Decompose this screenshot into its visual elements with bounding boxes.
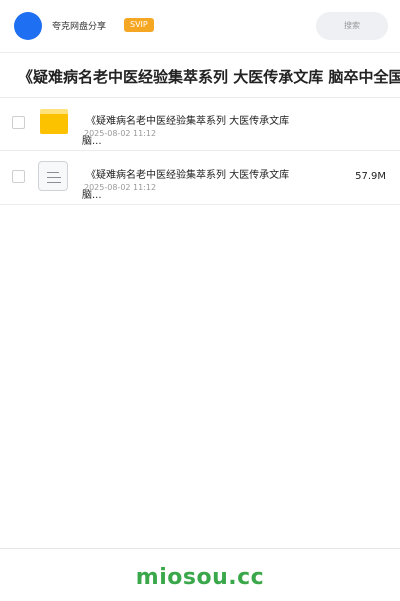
file-name[interactable]: 《疑难病名老中医经验集萃系列 大医传承文库: [86, 112, 289, 127]
list-item[interactable]: 《疑难病名老中医经验集萃系列 大医传承文库 2025-08-02 11:12 脑…: [0, 151, 400, 205]
file-name-overflow: 脑...: [82, 136, 102, 147]
search-input[interactable]: 搜索: [316, 12, 388, 40]
folder-icon: [40, 109, 68, 134]
svip-badge: SVIP: [124, 18, 154, 32]
header-bar: 夸克网盘分享 SVIP 搜索: [0, 0, 400, 53]
checkbox[interactable]: [12, 116, 25, 129]
watermark-logo: miosou.cc: [135, 565, 265, 590]
search-placeholder: 搜索: [344, 21, 360, 30]
avatar[interactable]: [14, 12, 42, 40]
page-title: 《疑难病名老中医经验集萃系列 大医传承文库 脑卒中全国名老中医: [18, 68, 400, 86]
title-bar: 《疑难病名老中医经验集萃系列 大医传承文库 脑卒中全国名老中医: [0, 53, 400, 98]
file-size: 57.9M: [355, 171, 386, 182]
document-icon: [38, 161, 68, 191]
file-name[interactable]: 《疑难病名老中医经验集萃系列 大医传承文库: [86, 166, 289, 181]
list-item[interactable]: 《疑难病名老中医经验集萃系列 大医传承文库 2025-08-02 11:12 脑…: [0, 97, 400, 151]
file-name-overflow: 脑...: [82, 190, 102, 201]
checkbox[interactable]: [12, 170, 25, 183]
app-name: 夸克网盘分享: [52, 22, 107, 32]
footer: miosou.cc: [0, 548, 400, 601]
